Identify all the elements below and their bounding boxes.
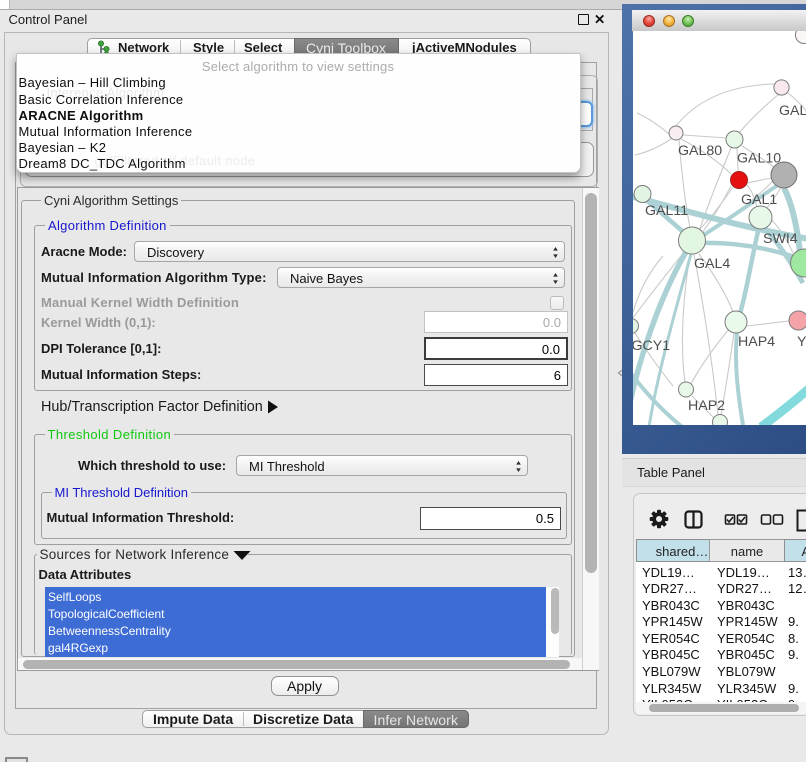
svg-text:HAP4: HAP4 (738, 334, 775, 350)
svg-text:SWI4: SWI4 (763, 231, 798, 247)
svg-text:HAP2: HAP2 (688, 398, 725, 414)
svg-text:GAL11: GAL11 (645, 203, 688, 219)
svg-text:GAL10: GAL10 (737, 151, 781, 167)
svg-text:GAL1: GAL1 (741, 192, 777, 208)
svg-text:GCY1: GCY1 (633, 338, 670, 354)
svg-text:GAL80: GAL80 (678, 143, 722, 159)
svg-text:GAL4: GAL4 (694, 256, 730, 272)
svg-text:YB: YB (797, 334, 806, 350)
svg-text:GAL7: GAL7 (779, 103, 806, 119)
